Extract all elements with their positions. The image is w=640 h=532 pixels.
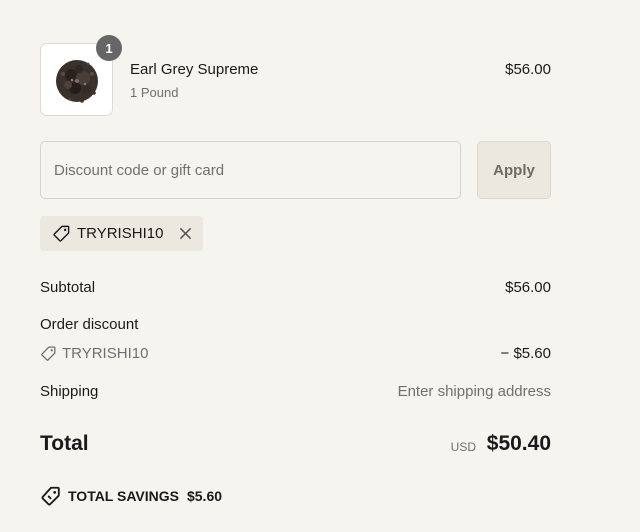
total-savings: TOTAL SAVINGS $5.60 xyxy=(40,485,222,507)
total-label: Total xyxy=(40,432,89,455)
tag-icon xyxy=(41,346,56,361)
total-value: $50.40 xyxy=(486,432,551,455)
product-variant: 1 Pound xyxy=(130,85,179,100)
product-price: $56.00 xyxy=(505,61,551,78)
close-icon[interactable] xyxy=(178,226,193,241)
shipping-label: Shipping xyxy=(40,383,99,400)
order-discount-label: Order discount xyxy=(40,316,139,333)
savings-tag-icon xyxy=(41,486,60,506)
total-savings-label: TOTAL SAVINGS xyxy=(68,488,179,504)
shipping-value: Enter shipping address xyxy=(397,383,551,400)
product-name: Earl Grey Supreme xyxy=(130,61,259,78)
subtotal-label: Subtotal xyxy=(40,279,96,296)
discount-code-input[interactable] xyxy=(40,141,461,199)
order-discount-code-line: TRYRISHI10 xyxy=(40,345,148,362)
total-savings-amount: $5.60 xyxy=(186,488,223,504)
subtotal-value: $56.00 xyxy=(505,279,551,296)
quantity-badge: 1 xyxy=(96,35,122,61)
apply-discount-button[interactable]: Apply xyxy=(477,141,551,199)
applied-discount-code: TRYRISHI10 xyxy=(77,225,164,242)
applied-discount-chip: TRYRISHI10 xyxy=(40,216,203,251)
order-discount-amount: − $5.60 xyxy=(500,345,551,362)
tag-icon xyxy=(53,225,70,242)
total-currency: USD xyxy=(450,440,476,454)
order-discount-code: TRYRISHI10 xyxy=(62,345,149,362)
